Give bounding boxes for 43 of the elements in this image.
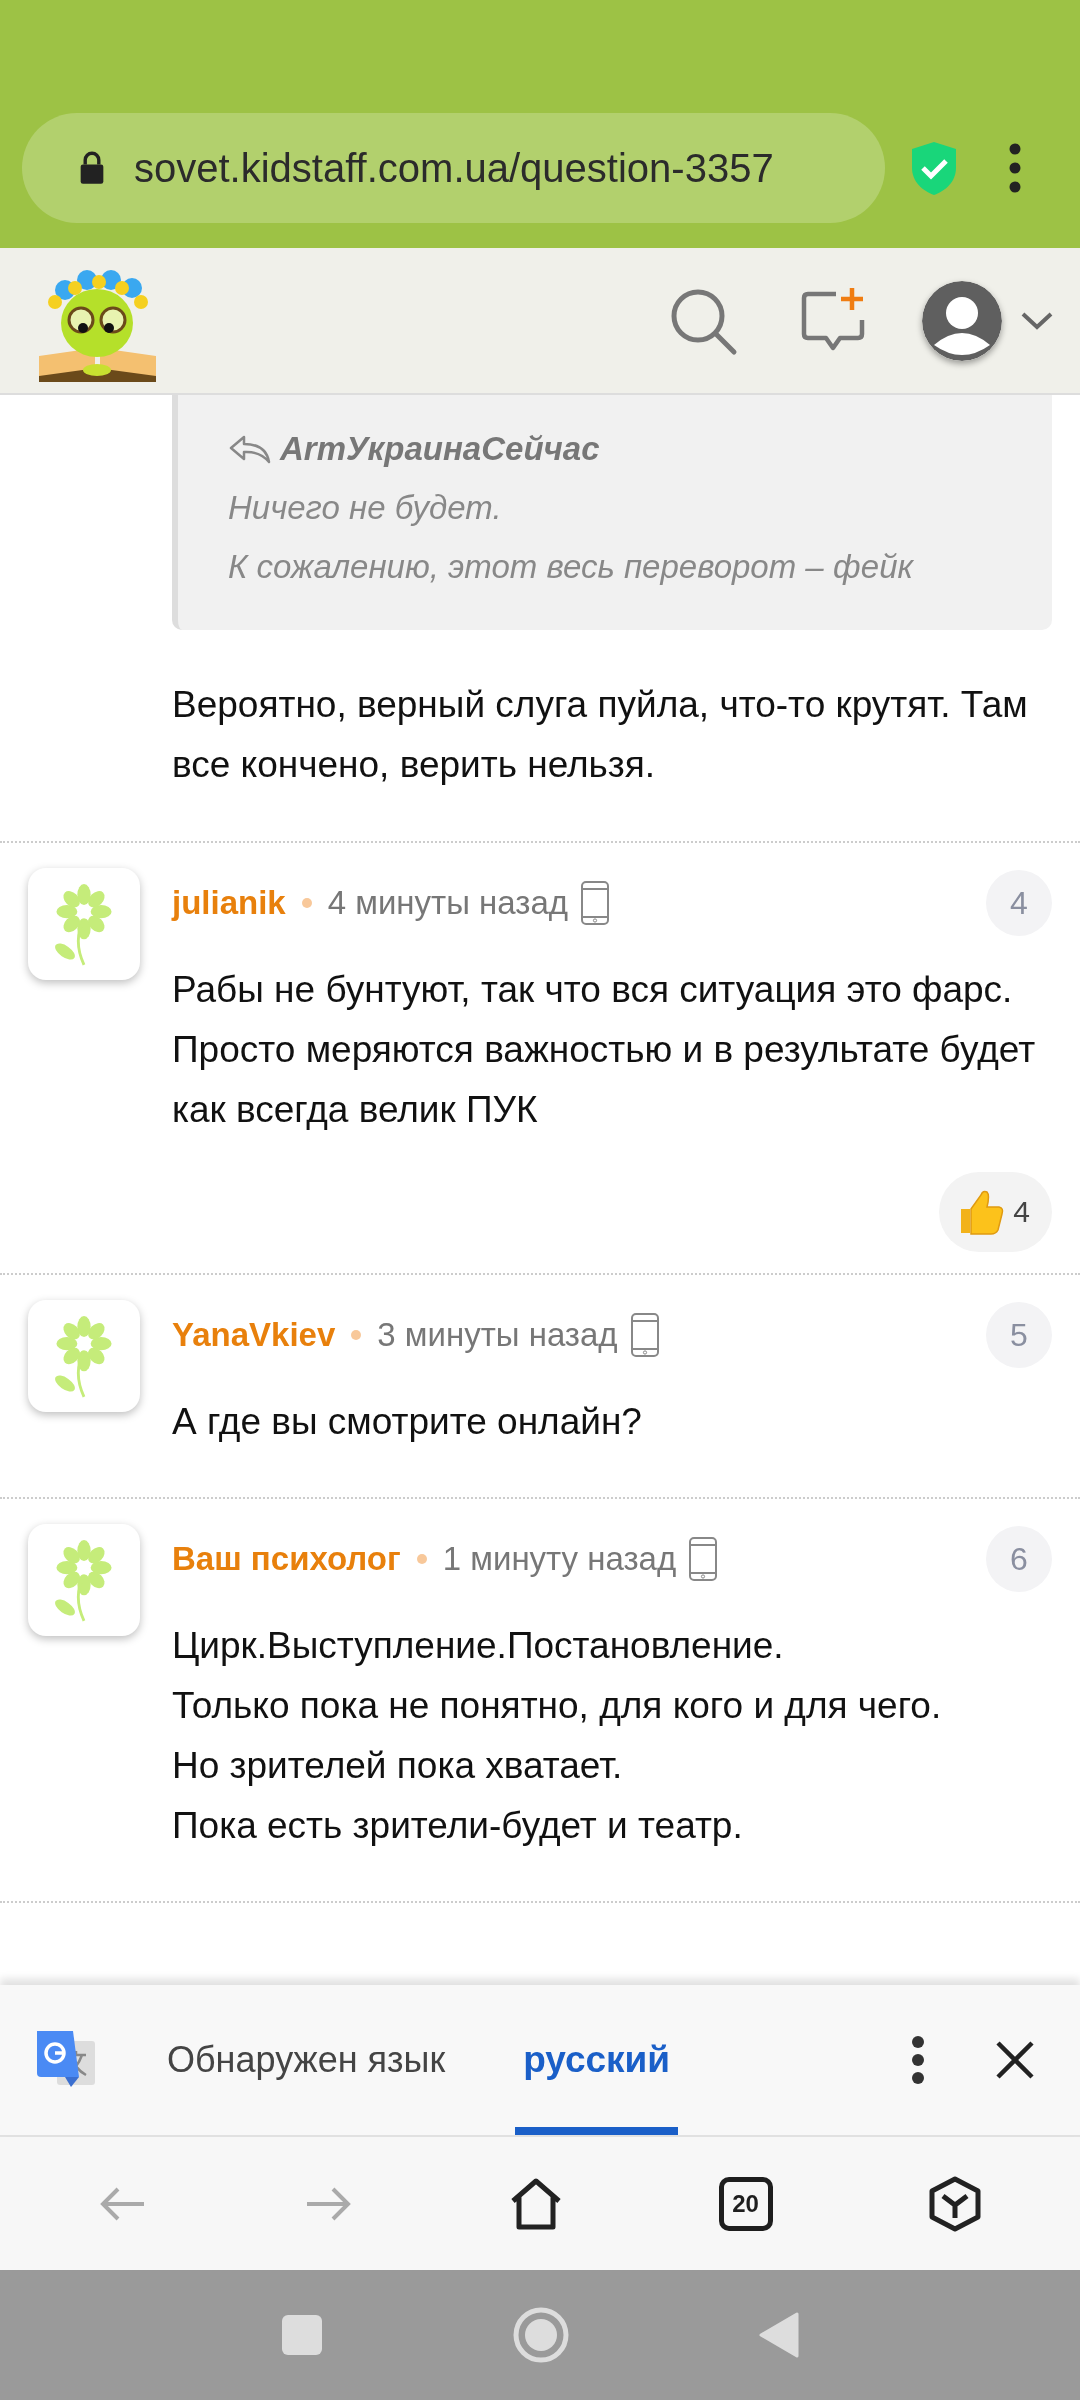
comment-number[interactable]: 4	[986, 870, 1052, 936]
phone-icon	[688, 1536, 719, 1582]
quote-text: К сожалению, этот весь переворот – фейк	[228, 547, 915, 587]
comment-time: 3 минуты назад	[377, 1316, 618, 1354]
comment-text: Цирк.Выступление.Постановление.	[172, 1624, 785, 1668]
comment-text: Но зрителей пока хватает.	[172, 1744, 624, 1788]
separator-dot-icon	[351, 1330, 362, 1340]
author-name[interactable]: Ваш психолог	[172, 1540, 401, 1578]
shield-check-icon[interactable]	[909, 140, 959, 196]
comment-time: 4 минуты назад	[327, 884, 569, 922]
reply-icon	[228, 433, 272, 464]
more-icon[interactable]	[911, 2035, 925, 2085]
author-name[interactable]: julianik	[172, 884, 286, 922]
comment-text: Вероятно, верный слуга пуйла, что-то крутят. Там все кончено, верить нельзя.	[172, 683, 1029, 787]
separator-dot-icon	[301, 898, 312, 908]
user-avatar-icon[interactable]	[922, 280, 1002, 361]
comment-text: Пока есть зрители-будет и театр.	[172, 1804, 744, 1848]
address-bar[interactable]: sovet.kidstaff.com.ua/question-3357	[22, 113, 885, 223]
cube-icon[interactable]	[928, 2175, 983, 2232]
like-button[interactable]: 4	[939, 1172, 1052, 1252]
phone-icon	[580, 880, 611, 926]
comment-number[interactable]: 6	[986, 1526, 1052, 1592]
phone-icon	[629, 1312, 660, 1358]
back-triangle-icon[interactable]	[759, 2312, 799, 2358]
quote-author: ArmУкраинаСейчас	[280, 429, 600, 468]
home-icon[interactable]	[509, 2176, 563, 2231]
home-circle-icon[interactable]	[513, 2307, 569, 2363]
recents-icon[interactable]	[281, 2314, 323, 2356]
author-name[interactable]: YanaVkiev	[172, 1316, 336, 1354]
close-icon[interactable]	[995, 2040, 1035, 2080]
comment-text: А где вы смотрите онлайн?	[172, 1400, 643, 1444]
tabs-button[interactable]: 20	[718, 2176, 773, 2231]
lock-icon	[78, 151, 106, 185]
quote-text: Ничего не будет.	[228, 488, 503, 528]
comment-time: 1 минуту назад	[442, 1540, 677, 1578]
comment-number[interactable]: 5	[986, 1302, 1052, 1368]
menu-icon[interactable]	[1009, 143, 1021, 193]
comment-text: Только пока не понятно, для кого и для чего.	[172, 1684, 943, 1728]
separator-dot-icon	[416, 1554, 427, 1564]
comment-text: Рабы не бунтуют, так что вся ситуация это фарс. Просто меряются важностью и в результате будет как всегда велик ПУК	[172, 968, 1037, 1132]
url-text: sovet.kidstaff.com.ua/question-3357	[134, 145, 774, 191]
translate-label: Обнаружен язык	[167, 2039, 446, 2081]
chevron-down-icon[interactable]	[1020, 310, 1054, 331]
